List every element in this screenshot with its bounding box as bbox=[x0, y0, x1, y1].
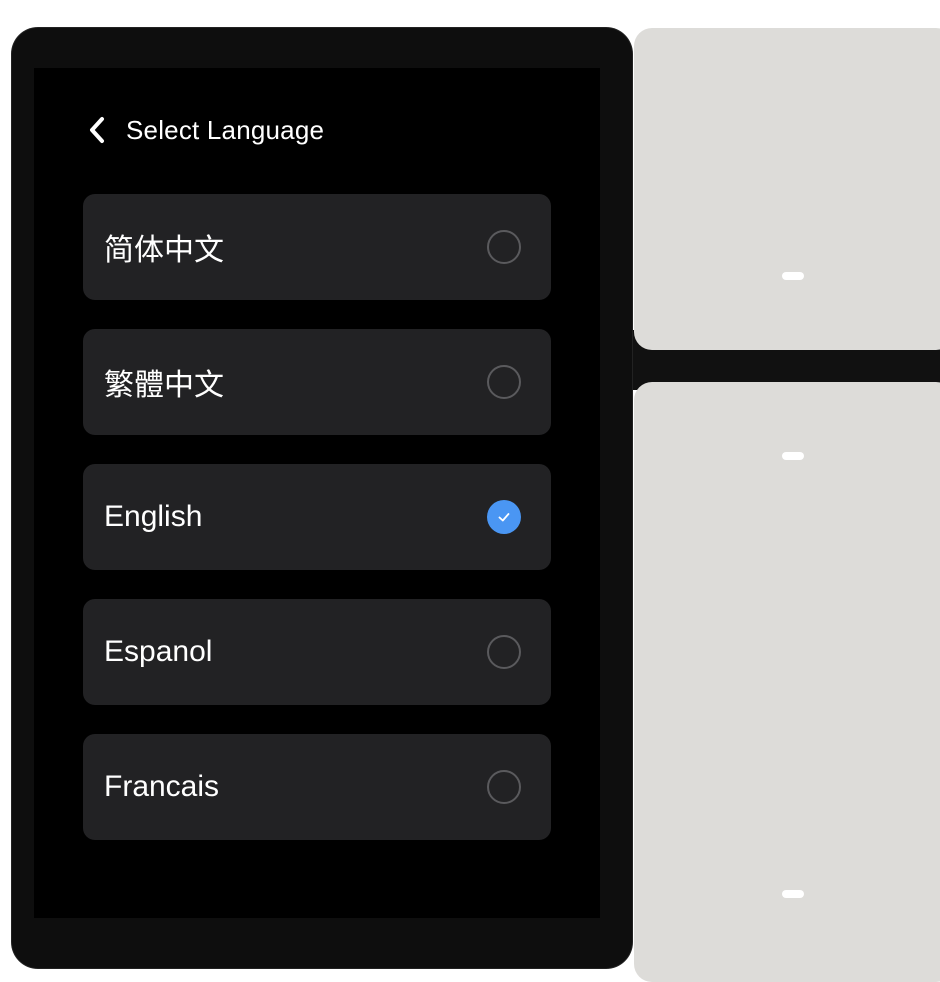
language-label: Francais bbox=[104, 770, 220, 803]
chevron-left-icon[interactable] bbox=[86, 115, 108, 145]
language-list: 简体中文 繁體中文 English Espanol Francais bbox=[83, 194, 551, 869]
screen-header: Select Language bbox=[86, 108, 324, 152]
language-label: Espanol bbox=[104, 635, 213, 668]
language-label: English bbox=[104, 500, 203, 533]
radio-unselected-icon[interactable] bbox=[487, 770, 521, 804]
radio-unselected-icon[interactable] bbox=[487, 365, 521, 399]
radio-unselected-icon[interactable] bbox=[487, 230, 521, 264]
language-label: 简体中文 bbox=[104, 234, 224, 267]
indicator-light bbox=[782, 452, 804, 460]
language-option-english[interactable]: English bbox=[83, 464, 551, 570]
page-title: Select Language bbox=[126, 114, 325, 145]
language-option-spanish[interactable]: Espanol bbox=[83, 599, 551, 705]
bottom-switch-panel[interactable] bbox=[634, 382, 940, 982]
indicator-light bbox=[782, 890, 804, 898]
radio-unselected-icon[interactable] bbox=[487, 635, 521, 669]
language-label: 繁體中文 bbox=[104, 369, 224, 402]
indicator-light bbox=[782, 272, 804, 280]
language-option-french[interactable]: Francais bbox=[83, 734, 551, 840]
radio-checked-icon[interactable] bbox=[487, 500, 521, 534]
language-option-traditional-chinese[interactable]: 繁體中文 bbox=[83, 329, 551, 435]
language-option-simplified-chinese[interactable]: 简体中文 bbox=[83, 194, 551, 300]
top-switch-panel[interactable] bbox=[634, 28, 940, 350]
